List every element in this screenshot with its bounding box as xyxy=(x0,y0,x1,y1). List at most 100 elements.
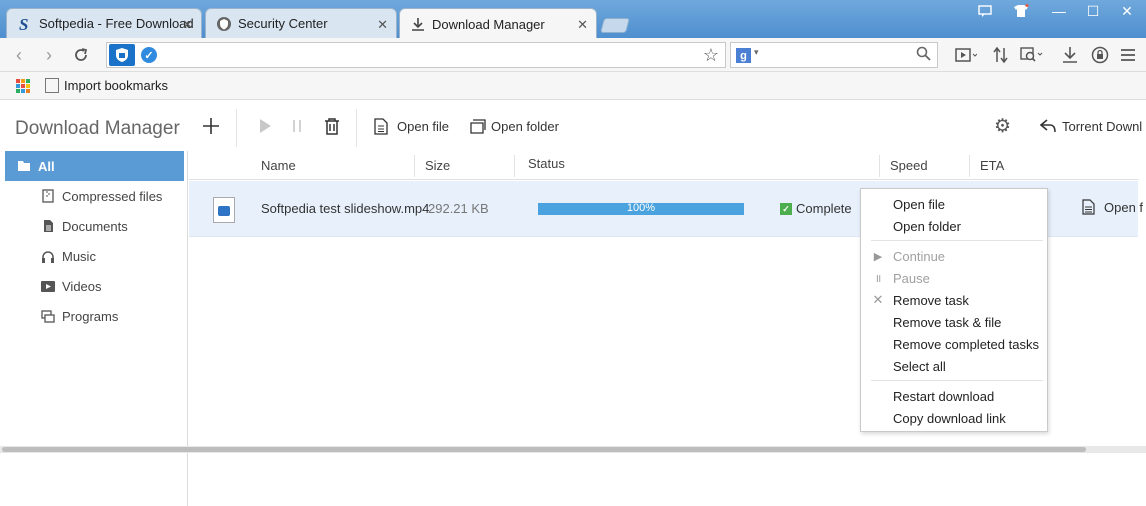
menu-separator xyxy=(871,380,1043,381)
tab-download-manager[interactable]: Download Manager ✕ xyxy=(399,8,597,39)
document-icon xyxy=(41,219,55,233)
menu-item-pause[interactable]: ॥ Pause xyxy=(861,267,1047,289)
open-folder-button[interactable]: Open folder xyxy=(470,114,559,138)
menu-item-open-folder[interactable]: Open folder xyxy=(861,215,1047,237)
play-icon: ▶ xyxy=(873,250,883,263)
search-icon[interactable] xyxy=(916,46,931,65)
minimize-button[interactable]: — xyxy=(1044,0,1074,22)
menu-item-select-all[interactable]: Select all xyxy=(861,355,1047,377)
tab-close-icon[interactable]: ✕ xyxy=(577,17,588,33)
softpedia-icon: S xyxy=(17,16,33,32)
security-shield-icon[interactable] xyxy=(109,44,135,66)
progress-label: 100% xyxy=(626,202,656,214)
column-divider[interactable] xyxy=(414,155,415,177)
menu-item-continue[interactable]: ▶ Continue xyxy=(861,245,1047,267)
horizontal-scrollbar[interactable] xyxy=(0,446,1146,453)
menu-item-label: Continue xyxy=(893,248,946,264)
toolbar-divider xyxy=(356,109,357,147)
forward-button[interactable]: › xyxy=(38,45,60,65)
tab-label: Security Center xyxy=(238,16,328,31)
chevron-down-icon[interactable]: ▾ xyxy=(754,47,759,58)
tab-close-icon[interactable]: ✕ xyxy=(182,17,193,33)
delete-button[interactable] xyxy=(324,114,340,138)
menu-item-restart-download[interactable]: Restart download xyxy=(861,385,1047,407)
downloads-icon[interactable] xyxy=(1058,44,1082,66)
window-icon xyxy=(41,309,55,323)
file-icon xyxy=(374,117,388,135)
media-icon[interactable] xyxy=(954,44,978,66)
row-action-label: Open f xyxy=(1104,199,1144,215)
menu-item-label: Open folder xyxy=(893,218,961,234)
tab-close-icon[interactable]: ✕ xyxy=(377,17,388,33)
sidebar-item-music[interactable]: Music xyxy=(0,241,184,271)
close-window-button[interactable]: ✕ xyxy=(1112,0,1142,22)
sidebar-item-label: Programs xyxy=(62,308,119,324)
column-divider[interactable] xyxy=(969,155,970,177)
menu-item-open-file[interactable]: Open file xyxy=(861,193,1047,215)
column-header-size[interactable]: Size xyxy=(425,158,450,173)
menu-hamburger-icon[interactable] xyxy=(1116,44,1140,66)
resume-button[interactable] xyxy=(258,114,272,138)
open-file-button[interactable]: Open file xyxy=(374,114,449,138)
column-divider[interactable] xyxy=(879,155,880,177)
bookmark-star-icon[interactable]: ☆ xyxy=(703,45,719,66)
back-button[interactable]: ‹ xyxy=(8,45,30,65)
search-box[interactable]: g ▾ xyxy=(730,42,938,68)
scrollbar-thumb[interactable] xyxy=(2,447,1086,452)
url-bar[interactable]: ✓ ☆ xyxy=(106,42,726,68)
menu-item-remove-task-and-file[interactable]: Remove task & file xyxy=(861,311,1047,333)
feedback-icon[interactable] xyxy=(976,0,994,22)
headphones-icon xyxy=(41,249,55,263)
download-icon xyxy=(410,16,426,32)
sidebar-item-all[interactable]: All xyxy=(5,151,184,181)
reload-button[interactable] xyxy=(70,45,92,65)
menu-item-label: Copy download link xyxy=(893,410,1006,426)
sidebar-item-documents[interactable]: Documents xyxy=(0,211,184,241)
sidebar-item-compressed[interactable]: Compressed files xyxy=(0,181,184,211)
menu-item-label: Remove task xyxy=(893,292,969,308)
table-header: Name Size Status Speed ETA xyxy=(189,151,1138,180)
shield-icon xyxy=(216,16,232,32)
search-engine-icon[interactable]: g xyxy=(736,48,751,63)
tab-security-center[interactable]: Security Center ✕ xyxy=(205,8,397,38)
torrent-downloads-button[interactable]: Torrent Downl xyxy=(1040,114,1142,138)
sidebar-item-videos[interactable]: Videos xyxy=(0,271,184,301)
find-in-page-icon[interactable] xyxy=(1020,44,1044,66)
complete-check-icon: ✓ xyxy=(780,203,792,215)
pause-icon: ॥ xyxy=(874,272,882,285)
import-bookmarks-link[interactable]: Import bookmarks xyxy=(45,78,168,93)
column-header-speed[interactable]: Speed xyxy=(890,158,928,173)
tab-label: Download Manager xyxy=(432,16,545,32)
close-icon: ✕ xyxy=(872,292,884,307)
tab-softpedia[interactable]: S Softpedia - Free Download ✕ xyxy=(6,8,202,38)
download-filename: Softpedia test slideshow.mp4 xyxy=(261,201,430,216)
maximize-button[interactable]: ☐ xyxy=(1078,0,1108,22)
address-toolbar: ‹ › ✓ ☆ g ▾ xyxy=(0,38,1146,72)
video-file-icon xyxy=(213,197,235,223)
column-header-name[interactable]: Name xyxy=(261,158,296,173)
column-header-eta[interactable]: ETA xyxy=(980,158,1004,173)
privacy-lock-icon[interactable] xyxy=(1088,44,1112,66)
column-header-status[interactable]: Status xyxy=(528,156,565,171)
menu-item-remove-task[interactable]: ✕ Remove task xyxy=(861,289,1047,311)
open-file-label: Open file xyxy=(397,118,450,134)
apps-grid-icon[interactable] xyxy=(16,79,30,93)
column-divider[interactable] xyxy=(514,155,515,177)
menu-item-label: Remove completed tasks xyxy=(893,336,1039,352)
add-download-button[interactable] xyxy=(202,114,220,138)
skin-icon[interactable] xyxy=(1012,0,1030,22)
folder-icon xyxy=(17,159,31,173)
sidebar-item-programs[interactable]: Programs xyxy=(0,301,184,331)
menu-item-copy-link[interactable]: Copy download link xyxy=(861,407,1047,429)
progress-bar: 100% xyxy=(538,202,744,215)
menu-item-remove-completed[interactable]: Remove completed tasks xyxy=(861,333,1047,355)
pause-icon xyxy=(293,120,301,132)
settings-button[interactable]: ⚙ xyxy=(994,114,1011,138)
sync-arrows-icon[interactable] xyxy=(989,44,1013,66)
pause-button[interactable] xyxy=(292,114,302,138)
download-size: 292.21 KB xyxy=(428,201,489,216)
open-file-row-button[interactable]: Open f xyxy=(1082,199,1143,215)
dm-toolbar: Open file Open folder ⚙ Torrent Downl xyxy=(188,101,1146,151)
new-tab-button[interactable] xyxy=(599,18,631,33)
context-menu: Open file Open folder ▶ Continue ॥ Pause… xyxy=(860,188,1048,432)
